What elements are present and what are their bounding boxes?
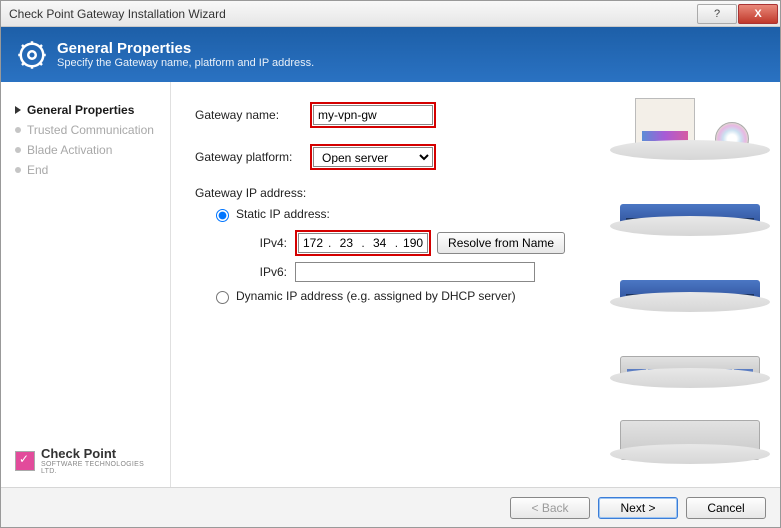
main-panel: Gateway name: Gateway platform: Open ser… [171, 82, 780, 487]
title-controls: ? X [697, 4, 778, 24]
dynamic-ip-radio[interactable] [216, 291, 229, 304]
ipv4-label: IPv4: [247, 236, 287, 250]
back-button[interactable]: < Back [510, 497, 590, 519]
static-ip-radio[interactable] [216, 209, 229, 222]
gateway-name-label: Gateway name: [195, 108, 310, 122]
banner-title: General Properties [57, 40, 314, 57]
ipv4-octet-1[interactable] [299, 234, 327, 252]
next-button[interactable]: Next > [598, 497, 678, 519]
step-trusted-communication[interactable]: Trusted Communication [15, 120, 162, 140]
step-end[interactable]: End [15, 160, 162, 180]
footer: < Back Next > Cancel [1, 487, 780, 527]
logo-mark-icon [15, 451, 35, 471]
gateway-platform-label: Gateway platform: [195, 150, 310, 164]
sidebar: General Properties Trusted Communication… [1, 82, 171, 487]
step-label: Blade Activation [27, 143, 112, 157]
step-blade-activation[interactable]: Blade Activation [15, 140, 162, 160]
gateway-name-input[interactable] [313, 105, 433, 125]
logo-tagline: SOFTWARE TECHNOLOGIES LTD. [41, 461, 162, 475]
wizard-window: Check Point Gateway Installation Wizard … [0, 0, 781, 528]
logo-brand: Check Point [41, 446, 162, 461]
gateway-platform-select[interactable]: Open server [313, 147, 433, 167]
banner-subtitle: Specify the Gateway name, platform and I… [57, 57, 314, 69]
product-gallery [610, 92, 770, 472]
titlebar: Check Point Gateway Installation Wizard … [1, 1, 780, 27]
banner: General Properties Specify the Gateway n… [1, 27, 780, 82]
static-ip-label: Static IP address: [236, 207, 330, 221]
gear-icon [17, 40, 47, 70]
ipv4-octet-4[interactable] [399, 234, 427, 252]
dynamic-ip-label: Dynamic IP address (e.g. assigned by DHC… [236, 289, 516, 303]
ipv4-octet-3[interactable] [366, 234, 394, 252]
help-button[interactable]: ? [697, 4, 737, 24]
step-label: Trusted Communication [27, 123, 154, 137]
cancel-button[interactable]: Cancel [686, 497, 766, 519]
step-label: End [27, 163, 48, 177]
step-label: General Properties [27, 103, 134, 117]
resolve-from-name-button[interactable]: Resolve from Name [437, 232, 565, 254]
window-title: Check Point Gateway Installation Wizard [9, 7, 226, 21]
close-button[interactable]: X [738, 4, 778, 24]
ipv4-octet-2[interactable] [332, 234, 360, 252]
step-general-properties[interactable]: General Properties [15, 100, 162, 120]
ipv6-label: IPv6: [247, 265, 287, 279]
checkpoint-logo: Check Point SOFTWARE TECHNOLOGIES LTD. [15, 446, 162, 475]
ipv4-input[interactable]: . . . [298, 233, 428, 253]
ipv6-input[interactable] [295, 262, 535, 282]
